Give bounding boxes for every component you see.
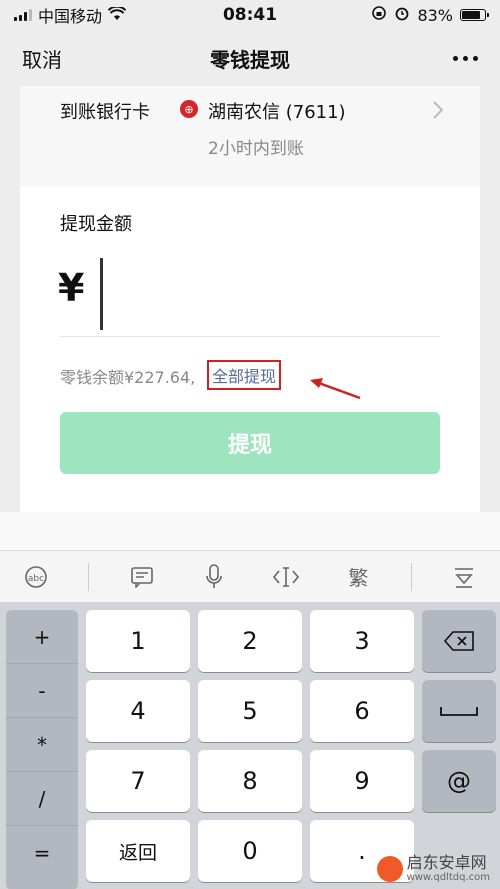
arrival-time: 2小时内到账 [208,139,304,159]
clipboard-icon[interactable] [122,561,162,593]
space-icon [440,707,478,716]
page-title: 零钱提现 [210,47,290,72]
key-7[interactable]: 7 [86,750,190,812]
battery-icon [460,9,489,21]
status-right: 83% [371,5,489,25]
watermark-name: 启东安卓网 [406,853,487,873]
watermark-url: www.qdltdq.com [406,872,490,883]
keyboard-switch-icon[interactable]: abc [16,561,56,593]
key-8[interactable]: 8 [198,750,302,812]
delete-key[interactable] [422,610,496,672]
amount-input[interactable] [100,258,103,330]
wifi-icon [107,5,127,25]
watermark: 启东安卓网 www.qdltdq.com [376,853,490,883]
carrier: 中国移动 [38,7,103,26]
back-key[interactable]: 返回 [86,820,190,882]
microphone-icon[interactable] [194,561,234,593]
key-6[interactable]: 6 [310,680,414,742]
nav-bar: 取消 零钱提现 [0,30,500,86]
withdraw-all-link[interactable]: 全部提现 [207,360,282,390]
svg-text:abc: abc [28,574,44,584]
toolbar-separator [410,562,412,591]
alarm-icon [394,5,410,25]
more-icon[interactable] [453,55,478,61]
plus-key[interactable]: + [6,610,78,664]
battery-percent: 83% [417,5,453,25]
balance-text: 零钱余额¥227.64, [60,368,196,387]
rotation-lock-icon [371,5,387,25]
cancel-button[interactable]: 取消 [22,44,62,73]
cursor-move-icon[interactable] [266,561,306,593]
amount-label: 提现金额 [60,214,132,235]
at-key[interactable]: @ [422,750,496,812]
divide-key[interactable]: / [6,772,78,826]
key-3[interactable]: 3 [310,610,414,672]
status-left: 中国移动 [14,3,127,27]
bank-card-selector[interactable]: 到账银行卡 ⊕ 湖南农信 (7611) 2小时内到账 [20,86,480,186]
signal-icon [14,9,32,21]
chevron-right-icon [432,100,444,125]
key-0[interactable]: 0 [198,820,302,882]
bank-name: 湖南农信 (7611) [208,102,346,123]
withdraw-form: 提现金额 ¥ 零钱余额¥227.64, 全部提现 提现 [20,186,480,512]
key-1[interactable]: 1 [86,610,190,672]
bank-logo-icon: ⊕ [180,100,198,118]
traditional-chinese-toggle[interactable]: 繁 [338,561,378,593]
multiply-key[interactable]: * [6,718,78,772]
keyboard-spacer [0,512,500,550]
equals-key[interactable]: = [6,826,78,880]
status-bar: 中国移动 08:41 83% [0,0,500,30]
divider [60,336,440,337]
clock: 08:41 [222,5,278,25]
watermark-logo-icon [376,855,403,882]
symbol-column: + - * / = [6,610,78,889]
hide-keyboard-icon[interactable] [444,561,484,593]
numeric-keypad: + - * / = 1 2 3 4 5 6 7 8 9 返回 0 . @ [0,602,500,889]
withdraw-button[interactable]: 提现 [60,412,440,474]
currency-symbol: ¥ [58,266,85,310]
key-2[interactable]: 2 [198,610,302,672]
key-9[interactable]: 9 [310,750,414,812]
toolbar-separator [88,562,90,591]
bank-label: 到账银行卡 [60,102,150,123]
space-key[interactable] [422,680,496,742]
keyboard-toolbar: abc 繁 [0,550,500,602]
backspace-icon [443,631,474,651]
key-5[interactable]: 5 [198,680,302,742]
minus-key[interactable]: - [6,664,78,718]
key-4[interactable]: 4 [86,680,190,742]
